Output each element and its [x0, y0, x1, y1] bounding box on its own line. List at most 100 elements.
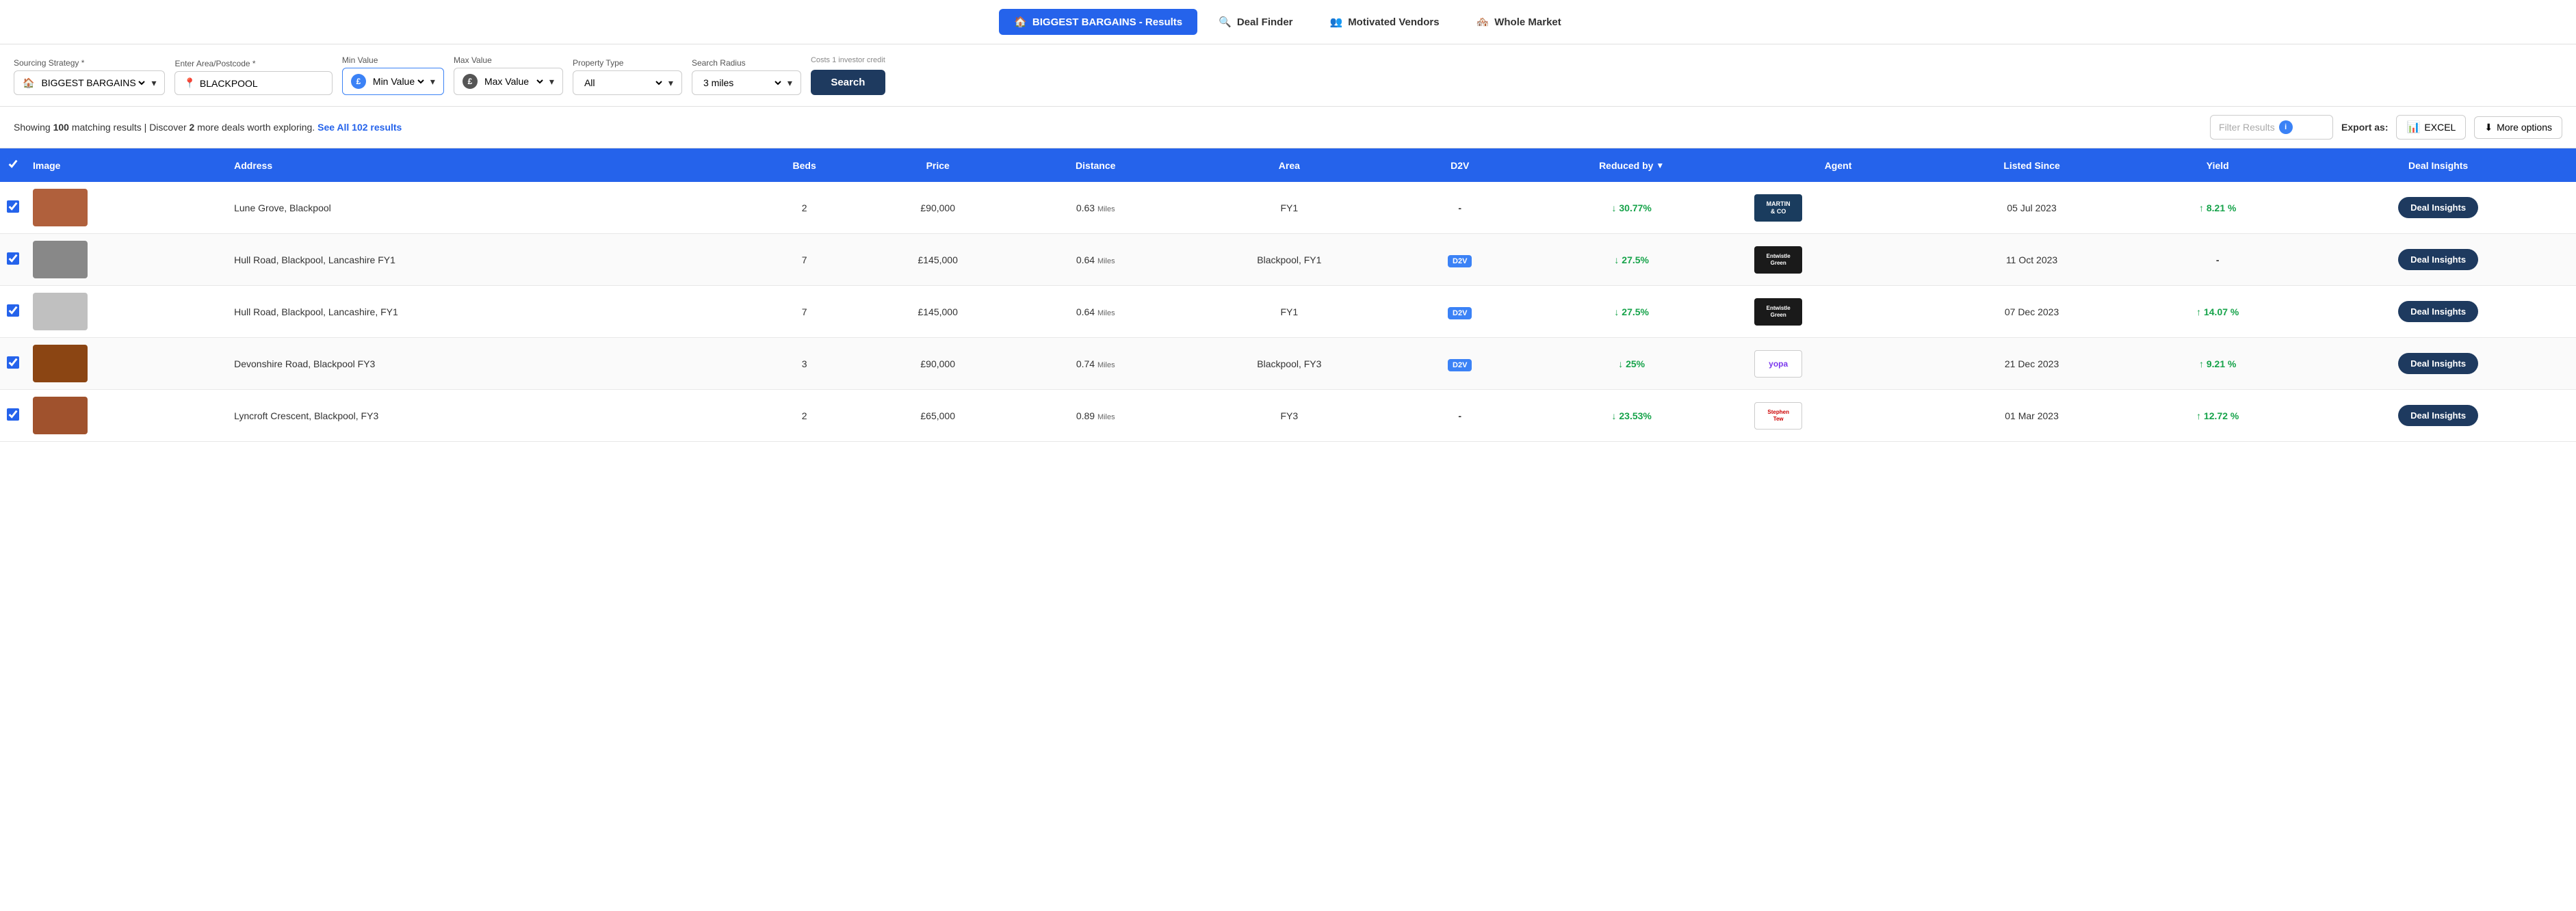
property-image [33, 241, 88, 278]
location-icon: 📍 [183, 77, 195, 89]
beds-count: 7 [802, 254, 807, 265]
see-all-link[interactable]: See All 102 results [317, 122, 402, 133]
listed-since-date: 05 Jul 2023 [2007, 202, 2056, 213]
filters-row: Sourcing Strategy * 🏠 BIGGEST BARGAINS ▾… [14, 55, 2562, 95]
select-all-checkbox[interactable] [7, 158, 19, 170]
yield-value: - [2216, 254, 2220, 265]
listed-since-date: 07 Dec 2023 [2005, 306, 2059, 317]
row-image-cell [26, 338, 227, 390]
row-address-cell: Lune Grove, Blackpool [227, 182, 750, 234]
listed-since-date: 01 Mar 2023 [2005, 410, 2059, 421]
row-area-cell: Blackpool, FY1 [1174, 234, 1404, 286]
row-checkbox-cell [0, 390, 26, 442]
max-value-pound-icon: £ [463, 74, 478, 89]
deal-insights-button[interactable]: Deal Insights [2398, 301, 2478, 322]
reduced-value: ↓ 30.77% [1612, 202, 1652, 213]
area-postcode-input-wrapper[interactable]: 📍 [174, 71, 332, 95]
row-listed-since-cell: 01 Mar 2023 [1929, 390, 2135, 442]
row-address-cell: Lyncroft Crescent, Blackpool, FY3 [227, 390, 750, 442]
min-value-select-wrapper[interactable]: £ Min Value ▾ [342, 68, 444, 95]
max-value-group: Max Value £ Max Value ▾ [454, 55, 563, 95]
property-address: Lyncroft Crescent, Blackpool, FY3 [234, 410, 378, 421]
d2v-dash: - [1458, 410, 1461, 421]
distance-unit: Miles [1097, 205, 1115, 213]
row-image-cell [26, 390, 227, 442]
row-listed-since-cell: 21 Dec 2023 [1929, 338, 2135, 390]
area-value: FY3 [1281, 410, 1299, 421]
property-type-label: Property Type [573, 58, 682, 68]
min-value-label: Min Value [342, 55, 444, 65]
search-radius-dropdown[interactable]: 3 miles [701, 77, 783, 89]
row-checkbox[interactable] [7, 200, 19, 213]
distance-value: 0.63 [1076, 202, 1095, 213]
row-checkbox[interactable] [7, 252, 19, 265]
row-area-cell: FY1 [1174, 182, 1404, 234]
row-checkbox[interactable] [7, 356, 19, 369]
filter-results-wrapper[interactable]: Filter Results i [2210, 115, 2333, 140]
motivated-vendors-icon: 👥 [1330, 16, 1343, 28]
reduced-value: ↓ 23.53% [1612, 410, 1652, 421]
max-value-select-wrapper[interactable]: £ Max Value ▾ [454, 68, 563, 95]
deal-insights-button[interactable]: Deal Insights [2398, 405, 2478, 426]
row-beds-cell: 2 [750, 390, 859, 442]
sourcing-strategy-select[interactable]: 🏠 BIGGEST BARGAINS ▾ [14, 70, 165, 95]
property-type-select-wrapper[interactable]: All ▾ [573, 70, 682, 95]
property-type-dropdown[interactable]: All [582, 77, 664, 89]
row-price-cell: £145,000 [859, 286, 1017, 338]
tab-whole-market[interactable]: 🏘️ Whole Market [1461, 8, 1577, 36]
max-value-dropdown[interactable]: Max Value [482, 75, 545, 88]
property-price: £65,000 [920, 410, 955, 421]
tab-biggest-bargains[interactable]: 🏠 BIGGEST BARGAINS - Results [999, 9, 1197, 35]
row-reduced-cell: ↓ 27.5% [1515, 234, 1747, 286]
agent-logo: yopa [1754, 350, 1802, 378]
tab-deal-finder[interactable]: 🔍 Deal Finder [1203, 8, 1308, 36]
row-reduced-cell: ↓ 25% [1515, 338, 1747, 390]
tab-motivated-vendors-label: Motivated Vendors [1348, 16, 1439, 28]
deal-insights-button[interactable]: Deal Insights [2398, 197, 2478, 218]
more-options-button[interactable]: ⬇ More options [2474, 116, 2562, 139]
listed-since-date: 11 Oct 2023 [2006, 254, 2057, 265]
search-group: Costs 1 investor credit Search [811, 56, 885, 95]
beds-count: 2 [802, 410, 807, 421]
area-value: FY1 [1281, 202, 1299, 213]
tab-biggest-bargains-label: BIGGEST BARGAINS - Results [1032, 16, 1182, 28]
deal-insights-button[interactable]: Deal Insights [2398, 249, 2478, 270]
row-yield-cell: ↑ 8.21 % [2135, 182, 2300, 234]
search-radius-chevron: ▾ [788, 77, 792, 89]
area-value: Blackpool, FY3 [1257, 358, 1321, 369]
row-listed-since-cell: 07 Dec 2023 [1929, 286, 2135, 338]
area-value: Blackpool, FY1 [1257, 254, 1321, 265]
property-address: Hull Road, Blackpool, Lancashire FY1 [234, 254, 395, 265]
excel-label: EXCEL [2424, 122, 2456, 133]
tab-motivated-vendors[interactable]: 👥 Motivated Vendors [1314, 8, 1455, 36]
whole-market-icon: 🏘️ [1476, 16, 1489, 28]
row-address-cell: Hull Road, Blackpool, Lancashire, FY1 [227, 286, 750, 338]
beds-count: 7 [802, 306, 807, 317]
row-deal-insights-cell: Deal Insights [2300, 338, 2576, 390]
row-checkbox[interactable] [7, 304, 19, 317]
deal-insights-button[interactable]: Deal Insights [2398, 353, 2478, 374]
row-checkbox-cell [0, 338, 26, 390]
area-postcode-field[interactable] [200, 78, 324, 89]
search-button[interactable]: Search [811, 70, 885, 95]
row-checkbox[interactable] [7, 408, 19, 421]
distance-unit: Miles [1097, 361, 1115, 369]
row-d2v-cell: - [1404, 390, 1515, 442]
min-value-dropdown[interactable]: Min Value [370, 75, 426, 88]
row-agent-cell: MARTIN& CO [1747, 182, 1929, 234]
distance-unit: Miles [1097, 257, 1115, 265]
home-icon: 🏠 [1014, 16, 1027, 28]
row-agent-cell: EntwistleGreen [1747, 234, 1929, 286]
row-d2v-cell: D2V [1404, 234, 1515, 286]
search-radius-select-wrapper[interactable]: 3 miles ▾ [692, 70, 801, 95]
excel-export-button[interactable]: 📊 EXCEL [2396, 115, 2466, 140]
row-yield-cell: ↑ 12.72 % [2135, 390, 2300, 442]
row-reduced-cell: ↓ 27.5% [1515, 286, 1747, 338]
sourcing-strategy-dropdown[interactable]: BIGGEST BARGAINS [38, 77, 147, 89]
d2v-badge: D2V [1448, 359, 1472, 371]
row-checkbox-cell [0, 182, 26, 234]
table-row: Lyncroft Crescent, Blackpool, FY3 2 £65,… [0, 390, 2576, 442]
table-row: Hull Road, Blackpool, Lancashire, FY1 7 … [0, 286, 2576, 338]
row-image-cell [26, 182, 227, 234]
agent-logo: StephenTew [1754, 402, 1802, 430]
